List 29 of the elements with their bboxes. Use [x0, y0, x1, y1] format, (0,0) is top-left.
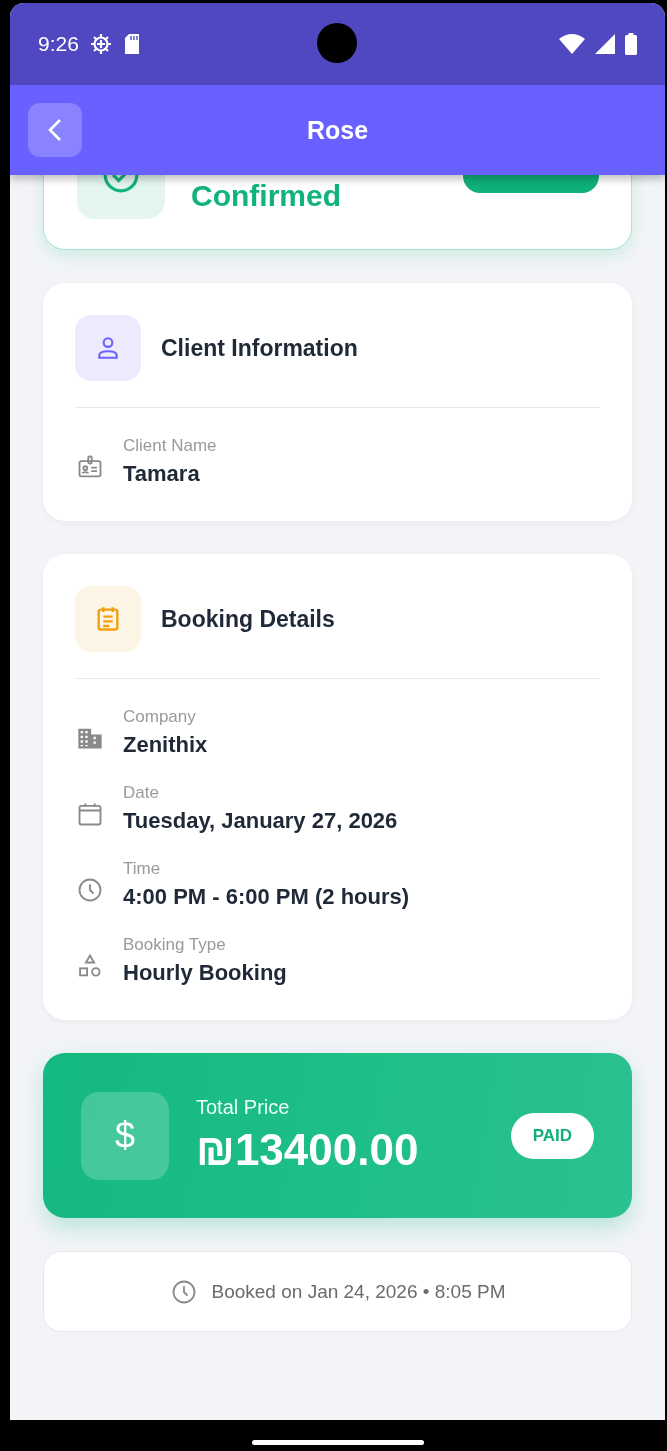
price-label: Total Price: [196, 1096, 291, 1119]
price-amount: ₪13400.00: [196, 1125, 420, 1175]
status-title: Confirmed: [191, 179, 342, 213]
back-chevron-icon: [48, 118, 62, 142]
back-button[interactable]: [28, 103, 82, 157]
section-title: Booking Details: [161, 605, 335, 633]
field-label: Booking Type: [123, 935, 227, 955]
field-value: Hourly Booking: [123, 960, 287, 986]
field-value: Zenithix: [123, 732, 208, 758]
field-value: Tamara: [123, 461, 201, 487]
battery-icon: [625, 33, 637, 55]
dollar-sign-tile: $: [81, 1091, 169, 1180]
payment-status-badge: PAID: [510, 1112, 594, 1159]
screen-title: Rose: [305, 115, 370, 145]
person-icon: [95, 335, 121, 361]
booked-timestamp: Booked on Jan 24, 2026 • 8:05 PM: [211, 1280, 506, 1303]
field-value: Tuesday, January 27, 2026: [123, 808, 398, 834]
section-title: Client Information: [161, 334, 358, 362]
gear-icon: [88, 32, 113, 56]
field-label: Date: [123, 783, 160, 803]
signal-icon: [595, 34, 615, 54]
field-label: Company: [123, 707, 197, 727]
camera-hole: [317, 23, 357, 63]
field-value: 4:00 PM - 6:00 PM (2 hours): [123, 884, 410, 910]
wifi-icon: [559, 34, 585, 54]
field-label: Client Name: [123, 436, 217, 456]
field-label: Time: [123, 859, 162, 879]
sd-card-icon: [122, 33, 141, 55]
clock-time: 9:26: [38, 32, 79, 56]
